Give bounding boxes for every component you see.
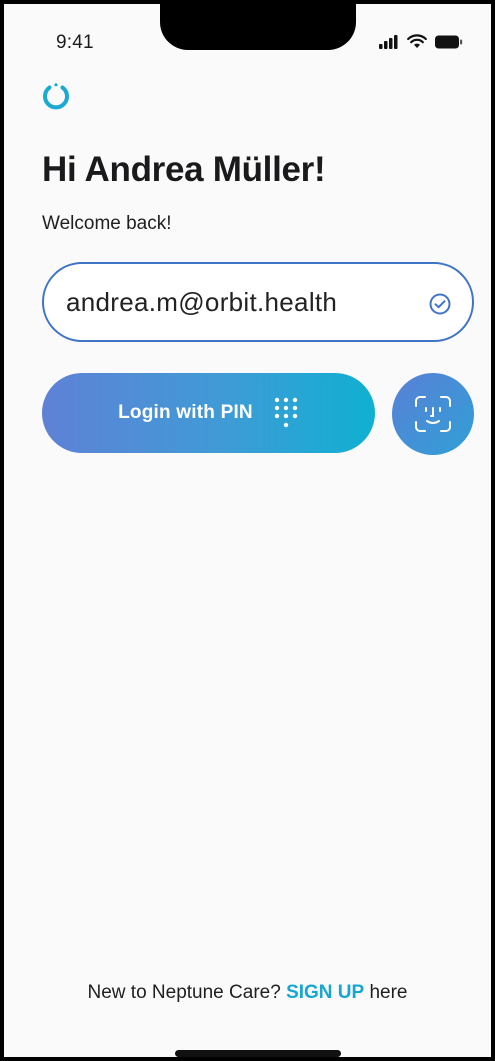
signup-prefix: New to Neptune Care? (87, 982, 281, 1003)
login-with-pin-button[interactable]: Login with PIN (42, 373, 375, 453)
signal-icon (379, 34, 398, 49)
status-bar: 9:41 (4, 4, 491, 74)
battery-icon (435, 35, 463, 48)
status-icons (379, 34, 463, 49)
email-field[interactable]: andrea.m@orbit.health (42, 262, 474, 342)
signup-suffix: here (369, 982, 408, 1003)
greeting-title: Hi Andrea Müller! (42, 150, 326, 189)
keypad-icon (274, 397, 298, 428)
home-indicator[interactable] (175, 1050, 341, 1057)
email-value[interactable]: andrea.m@orbit.health (66, 287, 422, 318)
wifi-icon (407, 34, 427, 48)
pin-button-label: Login with PIN (118, 402, 253, 423)
face-id-button[interactable] (392, 373, 474, 455)
circular-logo-icon (43, 83, 69, 110)
signup-link[interactable]: SIGN UP (286, 982, 364, 1003)
check-circle-icon (429, 293, 451, 315)
face-id-icon (415, 396, 451, 432)
phone-screen: 9:41 Hi Andrea Müller! Welcome back! and… (0, 0, 495, 1061)
device-notch (160, 4, 356, 50)
welcome-subtitle: Welcome back! (42, 213, 172, 234)
signup-prompt: New to Neptune Care? SIGN UP here (4, 982, 491, 1004)
status-time: 9:41 (56, 32, 94, 53)
